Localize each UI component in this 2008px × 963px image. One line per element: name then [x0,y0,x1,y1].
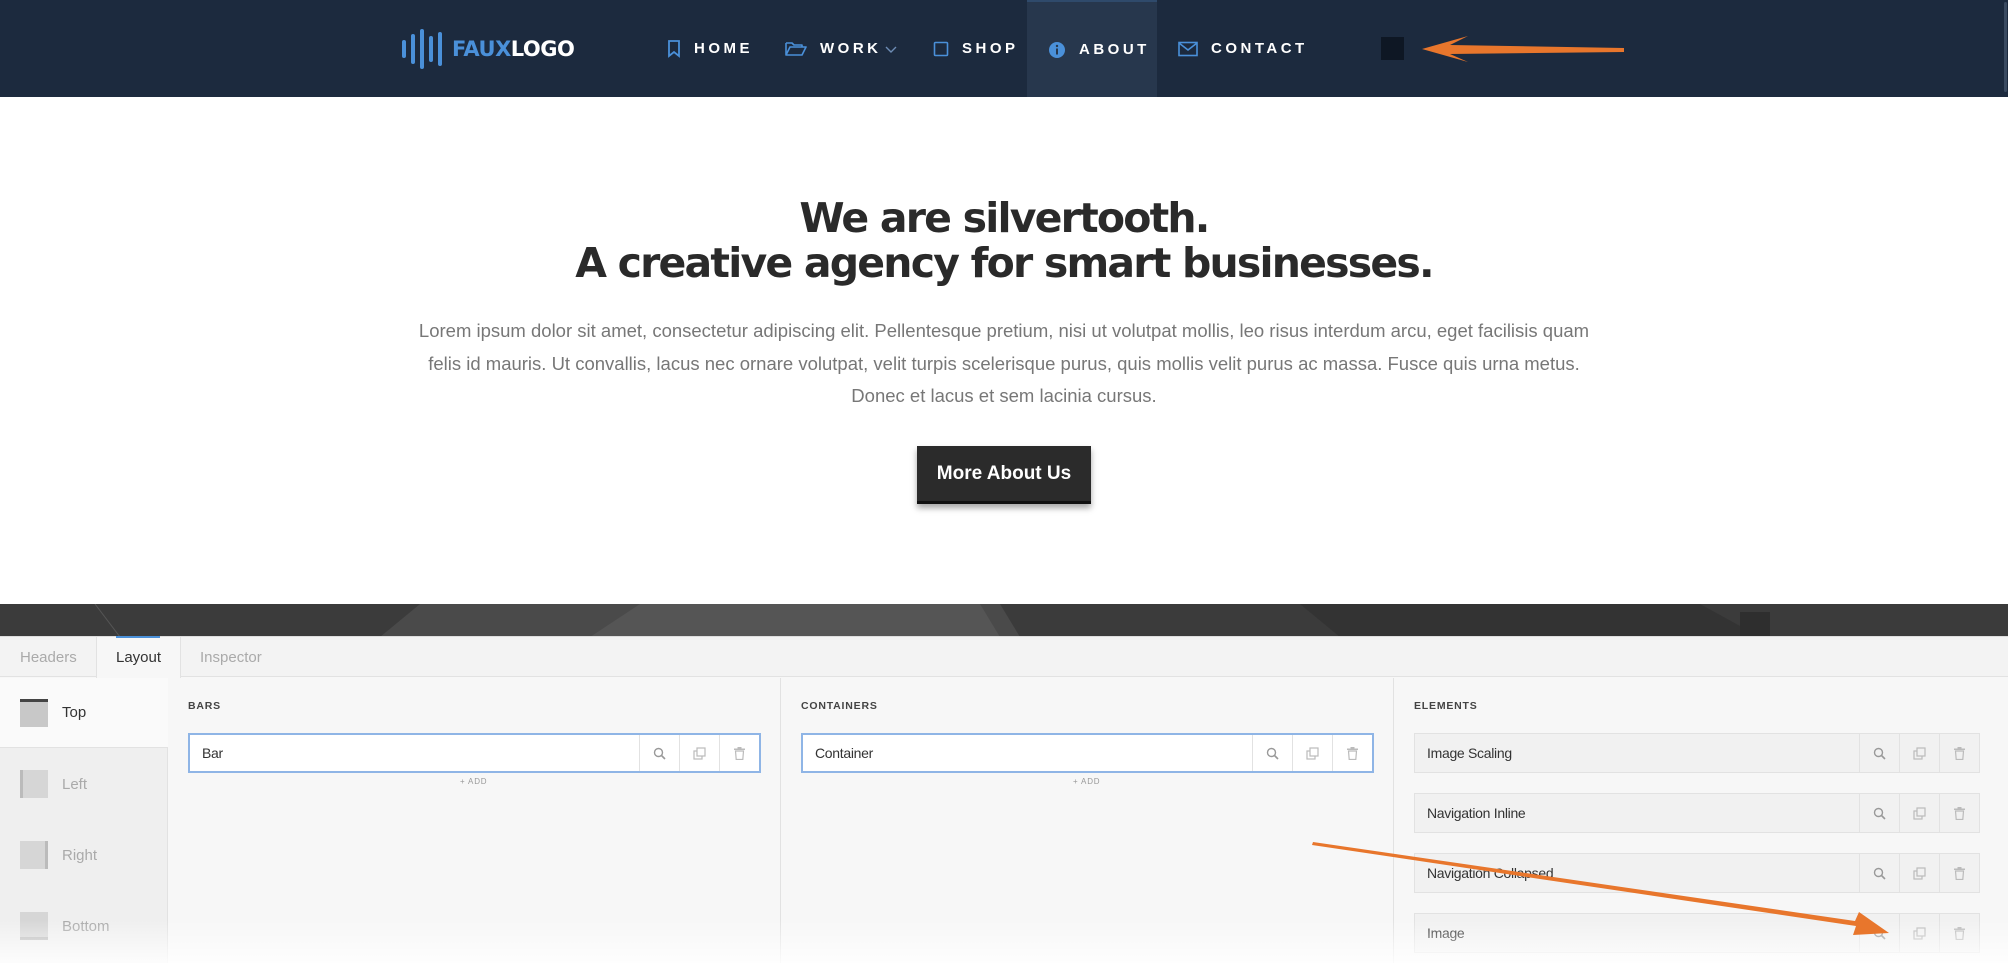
nav-about-label: ABOUT [1079,41,1150,58]
element-row-image[interactable]: Image [1414,913,1980,953]
nav-about[interactable]: ABOUT [1027,0,1157,97]
bar-row[interactable]: Bar [188,733,761,773]
search-icon[interactable] [1859,854,1899,892]
containers-column: CONTAINERS Container + ADD [781,678,1394,963]
tab-inspector[interactable]: Inspector [200,637,262,677]
bar-row-label: Bar [202,745,223,761]
bars-column: BARS Bar + ADD [168,678,781,963]
hero-title-line1: We are silvertooth. [799,194,1210,242]
chevron-down-icon [885,46,896,53]
region-right-icon [20,841,48,869]
container-row-label: Container [815,745,874,761]
tab-headers[interactable]: Headers [20,637,77,677]
tab-layout[interactable]: Layout [96,636,182,678]
element-row-label: Navigation Inline [1427,805,1526,821]
hero-body-text: Lorem ipsum dolor sit amet, consectetur … [418,320,1590,406]
scrollbar[interactable] [2004,2,2007,92]
trash-icon[interactable] [719,735,759,771]
search-icon[interactable] [639,735,679,771]
logo-text-part2: LOGO [510,37,575,61]
duplicate-icon[interactable] [1899,794,1939,832]
region-bottom[interactable]: Bottom [0,891,168,961]
envelope-icon [1178,41,1198,56]
trash-icon[interactable] [1332,735,1372,771]
region-left[interactable]: Left [0,749,168,819]
duplicate-icon[interactable] [1292,735,1332,771]
nav-contact[interactable]: CONTACT [1178,0,1308,97]
add-bar-button[interactable]: + ADD [460,777,487,786]
nav-shop-label: SHOP [962,40,1019,57]
logo-text: FAUXLOGO [452,37,575,61]
element-row-navigation-inline[interactable]: Navigation Inline [1414,793,1980,833]
nav-contact-label: CONTACT [1211,40,1308,57]
folder-open-icon [785,42,807,56]
region-left-icon [20,770,48,798]
region-top-label: Top [62,704,87,721]
builder-tabs: Headers Layout Inspector [0,636,2008,678]
element-row-label: Navigation Collapsed [1427,865,1554,881]
add-container-button[interactable]: + ADD [1073,777,1100,786]
logo-text-part1: FAUX [452,37,511,61]
logo-mark-icon [402,29,442,69]
info-circle-icon [1049,41,1065,58]
nav-home-label: HOME [694,40,753,57]
bookmark-icon [668,39,680,58]
containers-title: CONTAINERS [801,700,878,712]
more-about-us-button[interactable]: More About Us [917,446,1091,504]
element-row-label: Image [1427,925,1465,941]
region-sidebar: Top Left Right Bottom [0,678,168,963]
nav-shop[interactable]: SHOP [933,0,1019,97]
trash-icon[interactable] [1939,794,1979,832]
region-right-label: Right [62,846,98,864]
region-left-label: Left [62,775,88,793]
site-header: FAUXLOGO HOME WORK SHOP ABOUT CONTACT [0,0,2008,97]
search-icon[interactable] [1859,734,1899,772]
region-bottom-label: Bottom [62,917,110,935]
elements-column: ELEMENTS Image Scaling Navigation Inline… [1394,678,2008,963]
duplicate-icon[interactable] [1899,734,1939,772]
duplicate-icon[interactable] [679,735,719,771]
duplicate-icon[interactable] [1899,914,1939,952]
nav-work-label: WORK [820,40,882,57]
trash-icon[interactable] [1939,854,1979,892]
nav-work[interactable]: WORK [785,0,898,97]
element-row-label: Image Scaling [1427,745,1512,761]
search-icon[interactable] [1859,914,1899,952]
container-row[interactable]: Container [801,733,1374,773]
layout-builder-panel: Headers Layout Inspector Top Left Right … [0,636,2008,963]
hero-title: We are silvertooth. A creative agency fo… [0,196,2008,286]
faux-logo[interactable]: FAUXLOGO [402,28,575,70]
nav-home[interactable]: HOME [667,0,753,97]
region-bottom-icon [20,912,48,940]
bars-title: BARS [188,700,221,712]
dark-image-band [0,604,2008,637]
region-top-icon [20,698,48,727]
band-background-image [0,604,2008,637]
search-icon[interactable] [1252,735,1292,771]
region-top[interactable]: Top [0,678,168,748]
hero-title-line2: A creative agency for smart businesses. [575,239,1434,287]
duplicate-icon[interactable] [1899,854,1939,892]
element-row-navigation-collapsed[interactable]: Navigation Collapsed [1414,853,1980,893]
elements-title: ELEMENTS [1414,700,1478,712]
search-icon[interactable] [1859,794,1899,832]
empty-element-placeholder[interactable] [1381,37,1404,60]
element-row-image-scaling[interactable]: Image Scaling [1414,733,1980,773]
region-right[interactable]: Right [0,820,168,890]
trash-icon[interactable] [1939,914,1979,952]
trash-icon[interactable] [1939,734,1979,772]
square-icon [933,41,949,56]
